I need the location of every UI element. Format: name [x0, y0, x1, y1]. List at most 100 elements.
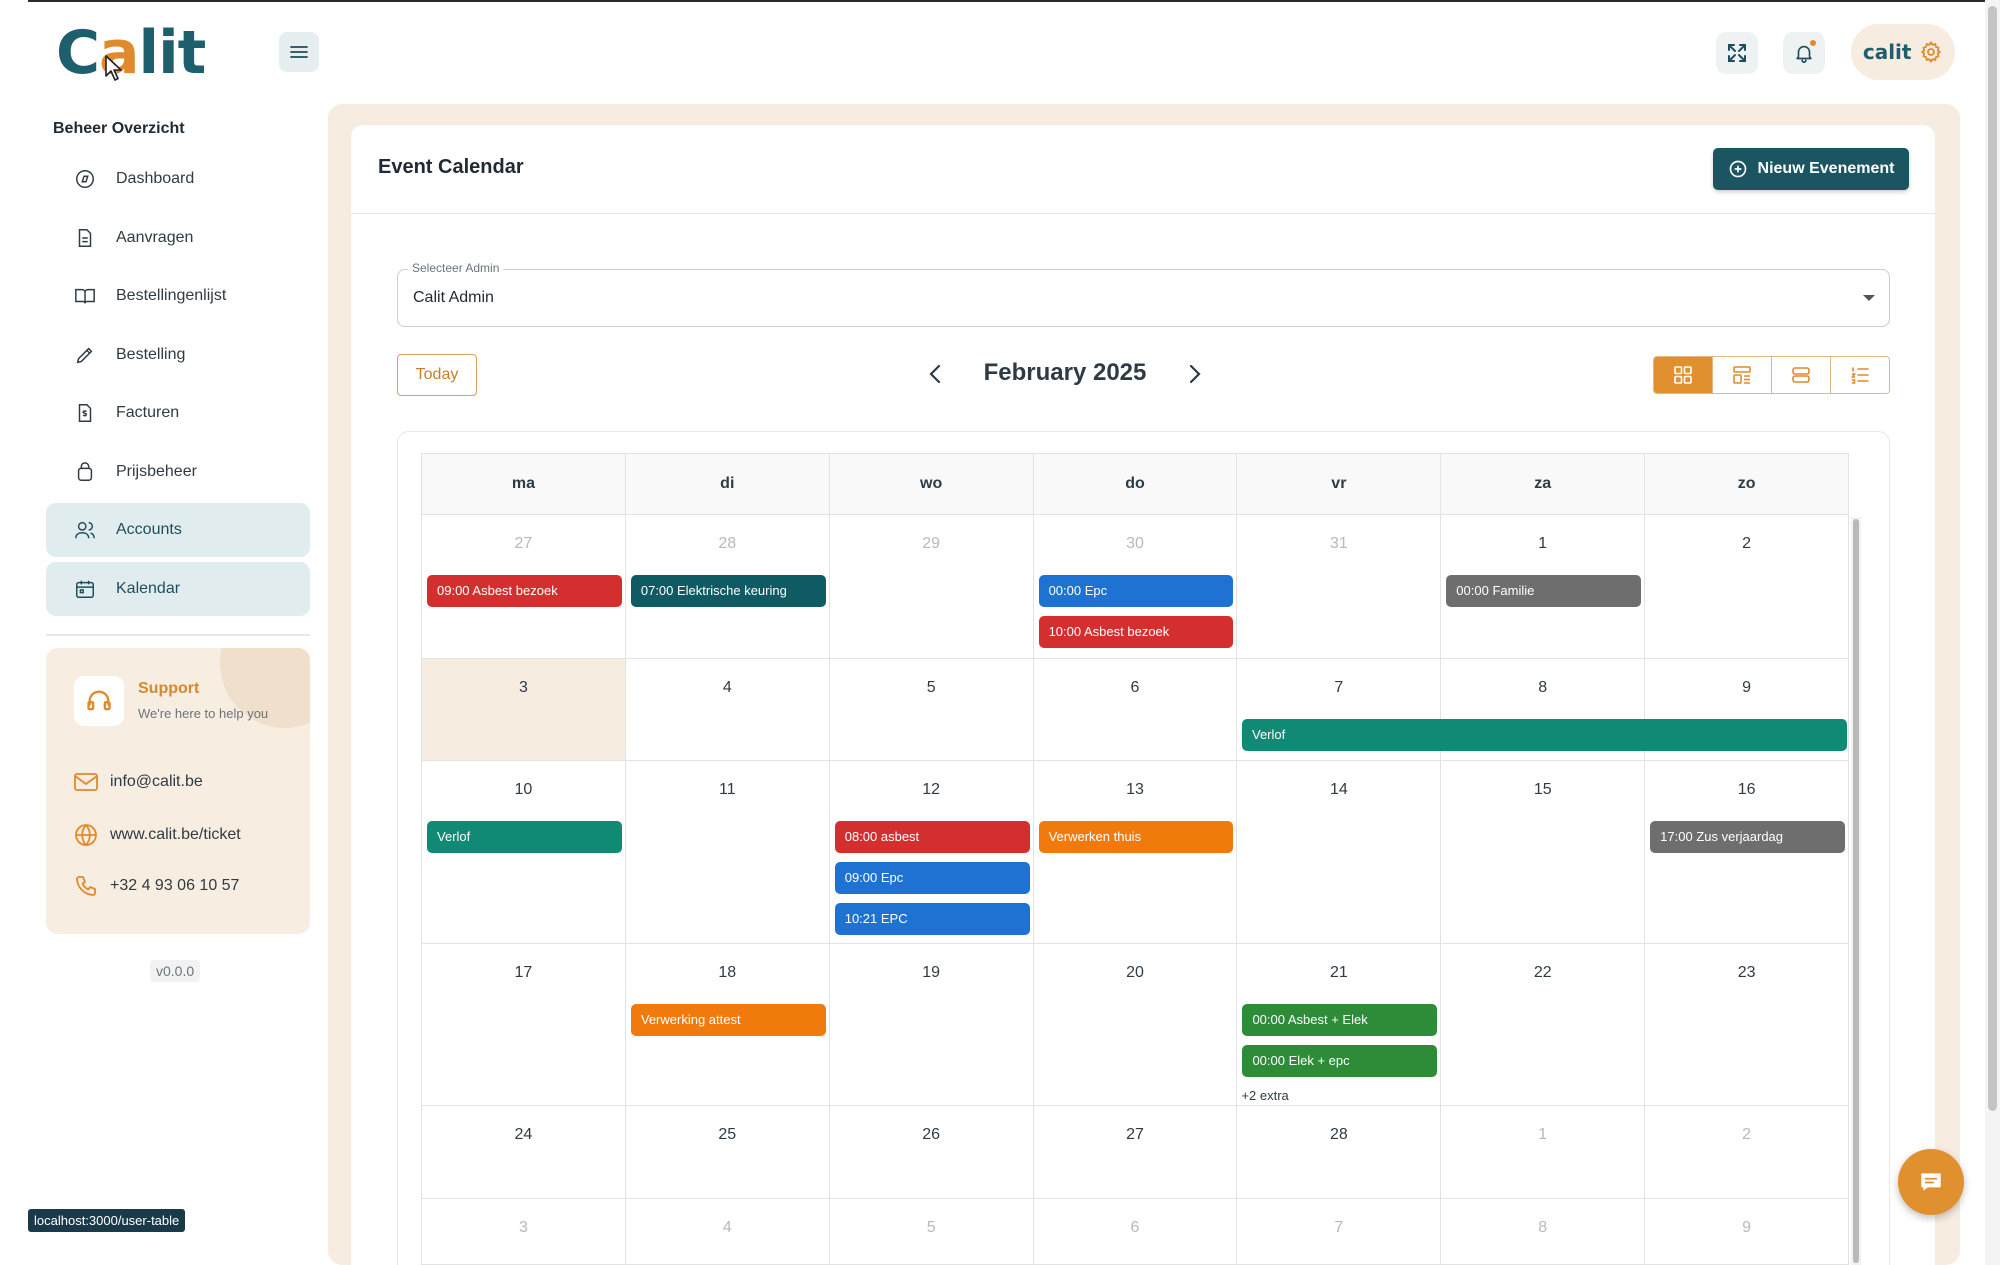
- more-events-link[interactable]: +2 extra: [1241, 1088, 1288, 1103]
- calendar-day-cell[interactable]: 2: [1645, 515, 1850, 658]
- calendar-day-cell[interactable]: 15: [1441, 761, 1646, 943]
- chat-button[interactable]: [1898, 1149, 1964, 1215]
- logo-text-part2: lit: [138, 18, 207, 88]
- calendar-day-cell[interactable]: 12 08:00 asbest 09:00 Epc 10:21 EPC: [830, 761, 1034, 943]
- calendar-day-cell[interactable]: 31: [1237, 515, 1442, 658]
- calendar-day-cell[interactable]: 3: [421, 659, 626, 760]
- calendar-scrollbar-thumb[interactable]: [1853, 519, 1859, 1263]
- calendar-day-cell[interactable]: 28: [1237, 1106, 1442, 1198]
- calendar-day-cell[interactable]: 13 Verwerken thuis: [1034, 761, 1238, 943]
- calendar-day-cell[interactable]: 4: [626, 1199, 830, 1264]
- today-button[interactable]: Today: [397, 354, 477, 396]
- calendar-event[interactable]: 00:00 Asbest + Elek: [1242, 1004, 1438, 1036]
- calendar-event[interactable]: 10:21 EPC: [834, 903, 1030, 935]
- sidebar-item-kalendar[interactable]: Kalendar: [46, 561, 310, 616]
- calendar-day-cell[interactable]: 2: [1645, 1106, 1850, 1198]
- day-view-button[interactable]: [1772, 357, 1831, 393]
- calendar-day-cell[interactable]: 21 00:00 Asbest + Elek 00:00 Elek + epc +2 …: [1237, 944, 1442, 1105]
- new-event-button[interactable]: Nieuw Evenement: [1713, 148, 1909, 190]
- notification-dot: [1810, 40, 1816, 46]
- calendar-event[interactable]: 10:00 Asbest bezoek: [1038, 616, 1234, 648]
- calendar-event[interactable]: Verlof: [427, 821, 622, 853]
- next-month-button[interactable]: [1180, 358, 1210, 390]
- calendar-event[interactable]: 09:00 Epc: [834, 862, 1030, 894]
- calendar-day-cell[interactable]: 22: [1441, 944, 1646, 1105]
- sidebar-item-label: Kalendar: [116, 579, 181, 597]
- notifications-button[interactable]: [1783, 32, 1825, 74]
- calendar-day-cell[interactable]: 17: [421, 944, 626, 1105]
- calendar-day-cell[interactable]: 16 17:00 Zus verjaardag: [1645, 761, 1850, 943]
- globe-icon: [75, 824, 97, 846]
- calendar-day-cell[interactable]: 26: [830, 1106, 1034, 1198]
- calendar-event[interactable]: Verwerking attest: [630, 1004, 826, 1036]
- calendar-day-cell[interactable]: 27 09:00 Asbest bezoek: [421, 515, 626, 658]
- support-phone[interactable]: +32 4 93 06 10 57: [110, 877, 239, 895]
- calendar-day-cell[interactable]: 11: [626, 761, 830, 943]
- support-website[interactable]: www.calit.be/ticket: [110, 826, 241, 844]
- calendar-event[interactable]: 08:00 asbest: [834, 821, 1030, 853]
- sidebar-item-facturen[interactable]: Facturen: [46, 386, 310, 440]
- calendar-day-cell[interactable]: 25: [626, 1106, 830, 1198]
- users-icon: [75, 521, 95, 539]
- calendar-day-cell[interactable]: 29: [830, 515, 1034, 658]
- day-number: 23: [1737, 964, 1756, 981]
- calendar-day-cell[interactable]: 1: [1441, 1106, 1646, 1198]
- calendar-day-cell[interactable]: 24: [421, 1106, 626, 1198]
- page-scrollbar-thumb[interactable]: [1988, 6, 1997, 1111]
- calendar-day-cell[interactable]: 8: [1441, 1199, 1646, 1264]
- top-border: [28, 0, 2000, 2]
- calendar-day-cell[interactable]: 14: [1237, 761, 1442, 943]
- calendar-day-cell[interactable]: 5: [830, 659, 1034, 760]
- calendar-day-cell[interactable]: 10 Verlof: [421, 761, 626, 943]
- calendar-event[interactable]: 09:00 Asbest bezoek: [427, 575, 622, 607]
- calendar-day-cell[interactable]: 4: [626, 659, 830, 760]
- calendar-day-cell[interactable]: 27: [1034, 1106, 1238, 1198]
- calendar-week-row: 24 25 26 27 28 1 2: [421, 1106, 1850, 1199]
- page-scrollbar[interactable]: [1985, 0, 2000, 1265]
- version-badge: v0.0.0: [150, 960, 201, 982]
- menu-toggle-button[interactable]: [279, 32, 319, 72]
- calendar-event[interactable]: 00:00 Elek + epc: [1242, 1045, 1438, 1077]
- previous-month-button[interactable]: [920, 358, 950, 390]
- calendar-day-cell[interactable]: 6: [1034, 659, 1238, 760]
- admin-select[interactable]: Selecteer Admin Calit Admin: [397, 261, 1890, 327]
- calendar-day-cell[interactable]: 18 Verwerking attest: [626, 944, 830, 1105]
- calendar-day-cell[interactable]: 30 00:00 Epc 10:00 Asbest bezoek: [1034, 515, 1238, 658]
- sidebar-item-accounts[interactable]: Accounts: [46, 503, 310, 557]
- calendar-day-cell[interactable]: 6: [1034, 1199, 1238, 1264]
- calendar-day-cell[interactable]: 5: [830, 1199, 1034, 1264]
- month-view-button[interactable]: [1654, 357, 1713, 393]
- calendar-event[interactable]: 17:00 Zus verjaardag: [1650, 821, 1846, 853]
- calendar-day-cell[interactable]: 28 07:00 Elektrische keuring: [626, 515, 830, 658]
- calendar-day-cell[interactable]: 20: [1034, 944, 1238, 1105]
- list-view-button[interactable]: [1831, 357, 1889, 393]
- sidebar-item-aanvragen[interactable]: Aanvragen: [46, 211, 310, 265]
- calendar-day-cell[interactable]: 1 00:00 Familie: [1441, 515, 1646, 658]
- sidebar-item-dashboard[interactable]: Dashboard: [46, 152, 310, 206]
- day-number: 28: [1329, 1126, 1348, 1143]
- gear-icon[interactable]: [1919, 40, 1943, 64]
- sidebar-item-bestelling[interactable]: Bestelling: [46, 328, 310, 382]
- profile-menu[interactable]: calit: [1851, 24, 1955, 80]
- support-email[interactable]: info@calit.be: [110, 773, 203, 791]
- calendar-event[interactable]: 00:00 Epc: [1038, 575, 1234, 607]
- calendar-day-cell[interactable]: 23: [1645, 944, 1850, 1105]
- week-view-button[interactable]: [1713, 357, 1772, 393]
- support-email-row[interactable]: info@calit.be: [74, 772, 203, 792]
- calendar-event[interactable]: Verwerken thuis: [1038, 821, 1234, 853]
- sidebar-item-prijsbeheer[interactable]: Prijsbeheer: [46, 445, 310, 499]
- calendar-day-cell[interactable]: 19: [830, 944, 1034, 1105]
- sidebar-item-bestellingenlijst[interactable]: Bestellingenlijst: [46, 269, 310, 323]
- calendar-day-cell[interactable]: 3: [421, 1199, 626, 1264]
- calendar-scrollbar[interactable]: [1851, 517, 1861, 1265]
- support-website-row[interactable]: www.calit.be/ticket: [74, 823, 241, 847]
- calendar-event[interactable]: 07:00 Elektrische keuring: [630, 575, 826, 607]
- calendar-day-cell[interactable]: 7: [1237, 1199, 1442, 1264]
- fullscreen-button[interactable]: [1716, 32, 1758, 74]
- calendar-day-cell[interactable]: 9: [1645, 1199, 1850, 1264]
- calit-logo[interactable]: Calit: [56, 18, 207, 88]
- calendar-event[interactable]: 00:00 Familie: [1446, 575, 1642, 607]
- support-phone-row[interactable]: +32 4 93 06 10 57: [74, 874, 239, 898]
- calendar-multiday-event[interactable]: Verlof: [1242, 719, 1847, 751]
- day-number: 2: [1742, 1126, 1752, 1143]
